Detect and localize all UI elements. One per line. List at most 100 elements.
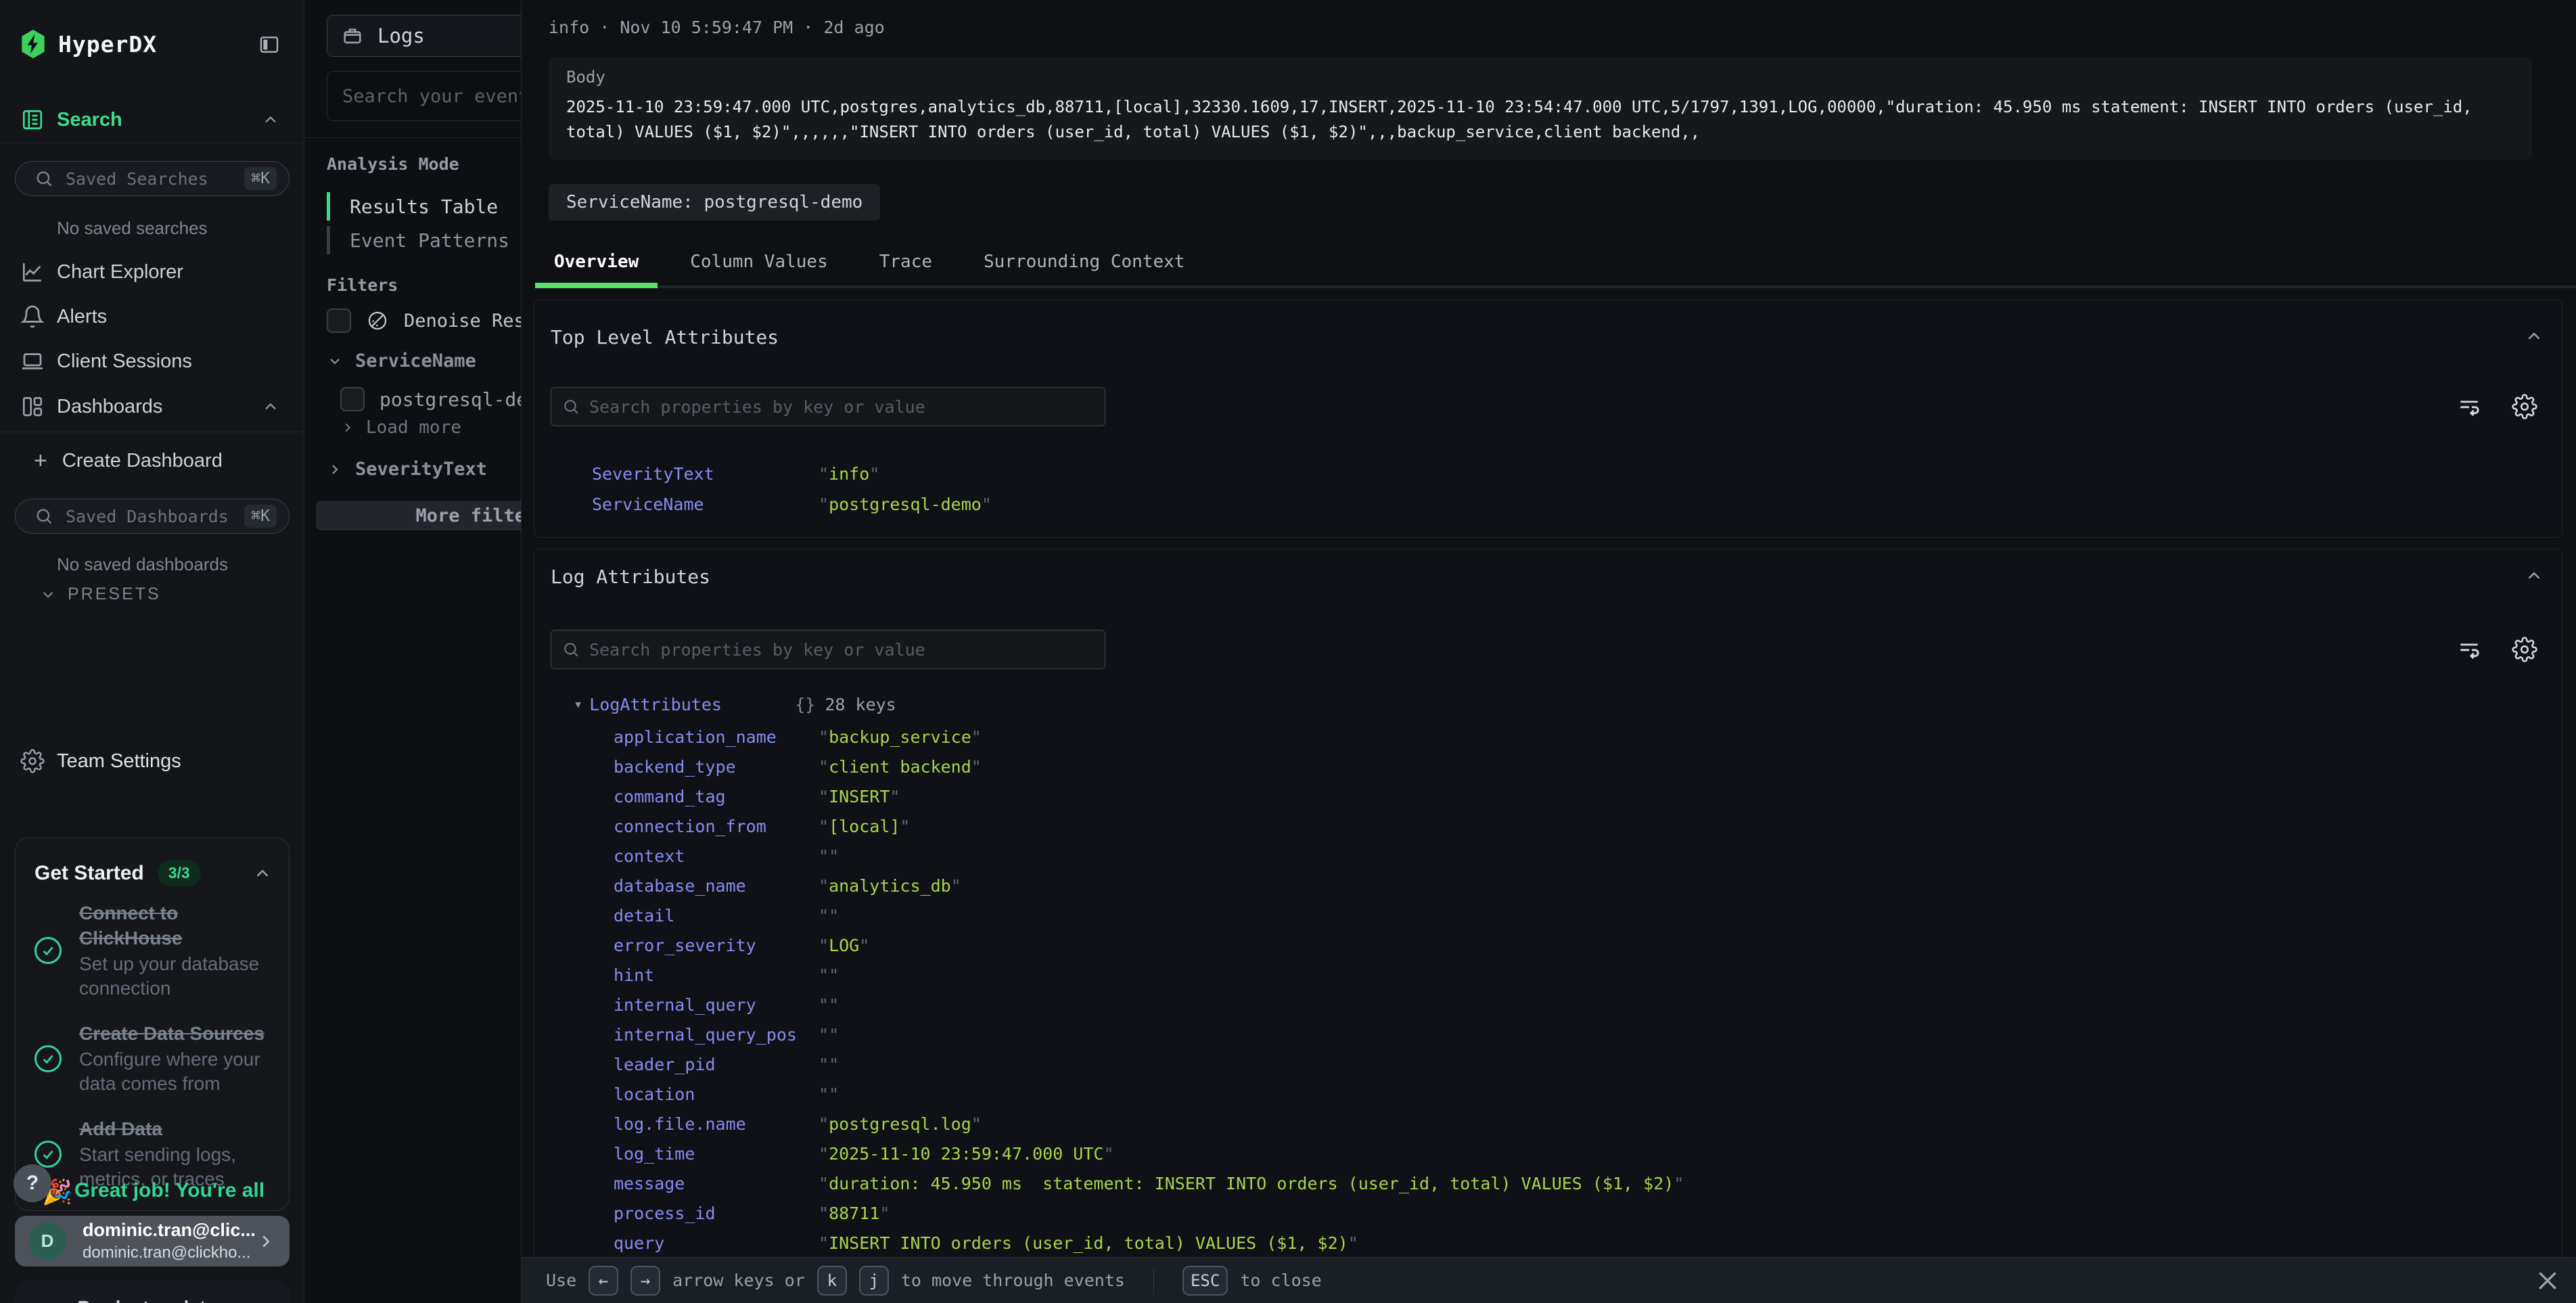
- detail-tab[interactable]: Overview: [535, 238, 658, 285]
- saved-searches-input[interactable]: Saved Searches ⌘K: [15, 161, 290, 196]
- analysis-mode-option[interactable]: Results Table: [327, 189, 509, 223]
- logs-source-icon: [341, 24, 364, 47]
- create-dashboard-button[interactable]: + Create Dashboard: [34, 448, 223, 474]
- properties-search-input[interactable]: [589, 640, 1094, 660]
- esc-key[interactable]: ESC: [1182, 1266, 1228, 1296]
- properties-search-input[interactable]: [589, 397, 1094, 417]
- user-menu[interactable]: D dominic.tran@clic... dominic.tran@clic…: [15, 1216, 290, 1266]
- chevron-up-icon[interactable]: [252, 863, 273, 884]
- attribute-row[interactable]: query "INSERT INTO orders (user_id, tota…: [614, 1228, 1684, 1258]
- laptop-icon: [20, 349, 45, 373]
- body-text[interactable]: 2025-11-10 23:59:47.000 UTC,postgres,ana…: [566, 95, 2524, 145]
- presets-toggle[interactable]: PRESETS: [39, 585, 161, 604]
- check-circle-icon: [34, 1045, 62, 1072]
- sidebar-item-chart-explorer[interactable]: Chart Explorer: [0, 253, 304, 291]
- user-name: dominic.tran@clic...: [83, 1220, 256, 1241]
- caret-down-icon[interactable]: ▾: [574, 696, 582, 713]
- hyperdx-logo-icon: [18, 28, 49, 60]
- sidebar-item-client-sessions[interactable]: Client Sessions: [0, 342, 304, 380]
- attribute-row[interactable]: detail "": [614, 900, 1684, 930]
- k-key[interactable]: k: [817, 1266, 847, 1296]
- properties-search[interactable]: [551, 387, 1105, 426]
- get-started-item[interactable]: Create Data Sources Configure where your…: [34, 1021, 275, 1096]
- sidebar-item-team-settings[interactable]: Team Settings: [0, 742, 304, 780]
- sidebar-item-dashboards[interactable]: Dashboards: [0, 388, 304, 426]
- attribute-row[interactable]: message "duration: 45.950 ms statement: …: [614, 1168, 1684, 1198]
- service-name-chip[interactable]: ServiceName: postgresql-demo: [549, 184, 880, 221]
- top-level-rows: SeverityText "info" ServiceName "postgre…: [592, 459, 992, 520]
- detail-tab[interactable]: Column Values: [671, 238, 847, 285]
- attribute-row[interactable]: command_tag "INSERT": [614, 781, 1684, 811]
- attribute-row[interactable]: application_name "backup_service": [614, 722, 1684, 752]
- attribute-row[interactable]: internal_query_pos "": [614, 1020, 1684, 1049]
- filter-group-servicename[interactable]: ServiceName: [327, 350, 476, 371]
- attribute-row[interactable]: error_severity "LOG": [614, 930, 1684, 960]
- check-circle-icon: [34, 937, 62, 964]
- source-select[interactable]: Logs: [327, 15, 521, 57]
- j-key[interactable]: j: [859, 1266, 889, 1296]
- attribute-row[interactable]: context "": [614, 841, 1684, 871]
- bottom-banner[interactable]: Product updates: [15, 1281, 290, 1303]
- section-tools: [2456, 394, 2537, 419]
- footer-text: to close: [1240, 1271, 1321, 1290]
- denoise-icon: [366, 309, 389, 332]
- postgresql-demo-checkbox[interactable]: [340, 387, 365, 411]
- attribute-row[interactable]: backend_type "client backend": [614, 752, 1684, 781]
- analysis-mode-list: Results TableEvent Patterns: [327, 189, 509, 257]
- wrap-lines-icon[interactable]: [2456, 637, 2482, 662]
- get-started-item[interactable]: Connect to ClickHouse Set up your databa…: [34, 900, 275, 1001]
- attribute-row[interactable]: hint "": [614, 960, 1684, 990]
- gear-icon: [20, 749, 45, 773]
- arrow-right-key[interactable]: →: [630, 1266, 660, 1296]
- detail-tab[interactable]: Trace: [860, 238, 951, 285]
- load-more-button[interactable]: Load more: [340, 417, 461, 438]
- arrow-left-key[interactable]: ←: [589, 1266, 618, 1296]
- chevron-up-icon[interactable]: [2524, 566, 2544, 586]
- top-level-attributes-section: Top Level Attributes SeverityText "info": [534, 300, 2562, 538]
- attribute-row[interactable]: location "": [614, 1079, 1684, 1109]
- saved-dashboards-input[interactable]: Saved Dashboards ⌘K: [15, 499, 290, 534]
- chevron-up-icon[interactable]: [2524, 326, 2544, 346]
- chevron-up-icon[interactable]: [261, 397, 280, 416]
- sidebar-collapse-icon[interactable]: [258, 34, 280, 55]
- braces-icon: {}: [795, 695, 815, 714]
- filter-group-severitytext[interactable]: SeverityText: [327, 459, 487, 480]
- attribute-row[interactable]: SeverityText "info": [592, 459, 992, 489]
- section-title: Top Level Attributes: [551, 326, 779, 348]
- body-label: Body: [566, 68, 2524, 87]
- root-meta: 28 keys: [825, 695, 896, 714]
- close-icon[interactable]: [2534, 1267, 2561, 1294]
- chevron-right-icon: [340, 420, 355, 435]
- saved-searches-placeholder: Saved Searches: [66, 169, 244, 189]
- event-detail-panel: info · Nov 10 5:59:47 PM · 2d ago Body 2…: [521, 0, 2576, 1303]
- properties-search[interactable]: [551, 630, 1105, 669]
- wrap-lines-icon[interactable]: [2456, 394, 2482, 419]
- attribute-row[interactable]: process_id "88711": [614, 1198, 1684, 1228]
- chevron-right-icon: [327, 461, 343, 478]
- divider: [305, 137, 521, 138]
- section-tools: [2456, 637, 2537, 662]
- attribute-row[interactable]: connection_from "[local]": [614, 811, 1684, 841]
- analysis-mode-label: Analysis Mode: [327, 154, 459, 174]
- attribute-row[interactable]: log_time "2025-11-10 23:59:47.000 UTC": [614, 1139, 1684, 1168]
- get-started-card: Get Started 3/3 Connect to ClickHouse Se…: [15, 838, 290, 1211]
- analysis-mode-option[interactable]: Event Patterns: [327, 223, 509, 257]
- attribute-row[interactable]: leader_pid "": [614, 1049, 1684, 1079]
- event-search-input[interactable]: [327, 71, 521, 121]
- more-filters-button[interactable]: More filters: [316, 501, 521, 530]
- log-attributes-root-row[interactable]: ▾ LogAttributes {} 28 keys: [574, 689, 896, 720]
- detail-tab[interactable]: Surrounding Context: [965, 238, 1203, 285]
- sidebar-item-search[interactable]: Search: [0, 101, 304, 139]
- gear-icon[interactable]: [2512, 637, 2537, 662]
- denoise-checkbox[interactable]: [327, 308, 351, 333]
- gear-icon[interactable]: [2512, 394, 2537, 419]
- root-key[interactable]: LogAttributes: [589, 695, 795, 714]
- help-button[interactable]: ?: [14, 1164, 51, 1202]
- attribute-row[interactable]: database_name "analytics_db": [614, 871, 1684, 900]
- sidebar-item-alerts[interactable]: Alerts: [0, 298, 304, 336]
- attribute-row[interactable]: internal_query "": [614, 990, 1684, 1020]
- attribute-row[interactable]: log.file.name "postgresql.log": [614, 1109, 1684, 1139]
- get-started-items: Connect to ClickHouse Set up your databa…: [34, 900, 275, 1191]
- attribute-row[interactable]: ServiceName "postgresql-demo": [592, 489, 992, 520]
- chevron-up-icon[interactable]: [261, 110, 280, 129]
